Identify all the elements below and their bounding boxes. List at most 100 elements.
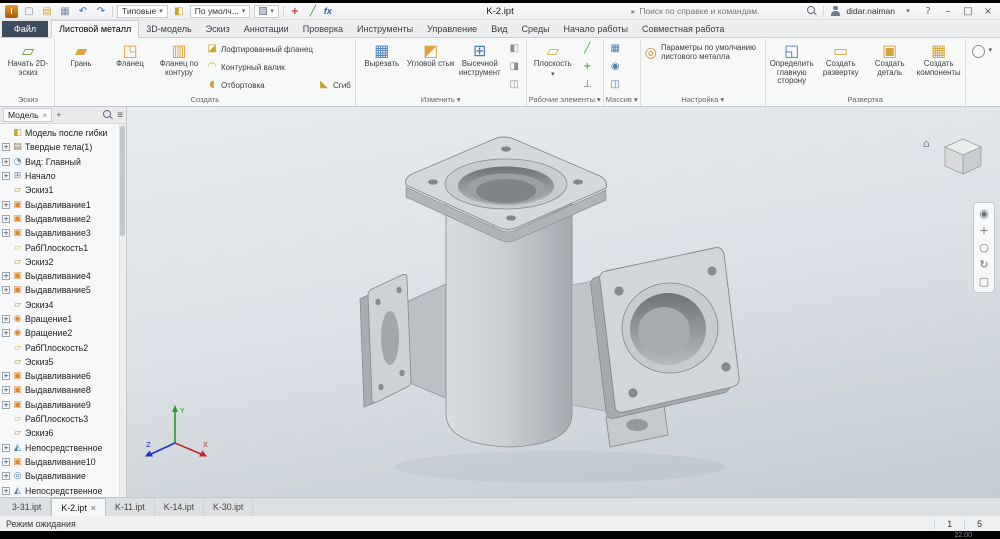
help-search[interactable] — [631, 5, 817, 18]
navigation-tool-button[interactable]: ◉ — [974, 205, 994, 222]
maximize-button[interactable] — [961, 4, 975, 19]
home-view-icon[interactable]: ⌂ — [923, 137, 930, 150]
panel-label-pattern[interactable]: Массив ▾ — [606, 94, 638, 106]
ribbon-button[interactable]: ▰ Грань — [57, 40, 105, 94]
ribbon-tab[interactable]: Листовой металл — [51, 20, 139, 38]
close-tab-icon[interactable]: × — [91, 503, 96, 513]
expand-icon[interactable] — [2, 258, 10, 266]
tree-item[interactable]: + ▣ Выдавливание6 — [2, 369, 118, 383]
panel-label-work-features[interactable]: Рабочие элементы ▾ — [529, 94, 601, 106]
ribbon-tab[interactable]: Среды — [515, 21, 557, 37]
navigation-tool-button[interactable]: ▢ — [974, 273, 994, 290]
expand-icon[interactable] — [2, 429, 10, 437]
plane-button[interactable]: ▱ Плоскость — [529, 40, 577, 94]
add-browser-tab-icon[interactable] — [56, 110, 61, 120]
expand-icon[interactable]: + — [2, 444, 10, 452]
expand-icon[interactable]: + — [2, 401, 10, 409]
ribbon-button[interactable]: ▭ Создать развертку — [817, 40, 865, 94]
ribbon-tab[interactable]: 3D-модель — [139, 21, 198, 37]
expand-icon[interactable]: + — [2, 472, 10, 480]
ribbon-small-button[interactable]: ◠ Контурный валик — [206, 60, 313, 74]
user-avatar-icon[interactable] — [830, 6, 840, 17]
pattern-icon-button[interactable]: ▦ — [608, 42, 623, 56]
tree-item[interactable]: + ◉ Вращение1 — [2, 312, 118, 326]
tree-item[interactable]: + ◎ Выдавливание — [2, 469, 118, 483]
tree-item[interactable]: + ▣ Выдавливание3 — [2, 226, 118, 240]
new-file-icon[interactable] — [22, 4, 36, 19]
document-tab[interactable]: K-30.ipt — [204, 498, 253, 516]
document-tab[interactable]: 3-31.ipt — [3, 498, 51, 516]
open-file-icon[interactable] — [40, 4, 54, 19]
expand-icon[interactable]: + — [2, 229, 10, 237]
ribbon-tab[interactable]: Аннотации — [237, 21, 296, 37]
ribbon-button[interactable]: ▦ Создать компоненты — [915, 40, 963, 94]
ribbon-button[interactable]: ◳ Фланец — [106, 40, 154, 94]
navigation-tool-button[interactable]: + — [974, 222, 994, 239]
tree-item[interactable]: ◧ Модель после гибки — [2, 126, 118, 140]
work-feature-icon-button[interactable]: + — [580, 60, 595, 74]
panel-label-create[interactable]: Создать — [57, 94, 353, 106]
ribbon-tab[interactable]: Эскиз — [199, 21, 237, 37]
document-tab[interactable]: K-14.ipt — [155, 498, 204, 516]
tree-item[interactable]: + ▣ Выдавливание1 — [2, 197, 118, 211]
panel-label-sketch[interactable]: Эскиз — [4, 94, 52, 106]
parameters-fx-icon[interactable]: fx — [324, 6, 332, 16]
expand-icon[interactable]: + — [2, 386, 10, 394]
help-icon[interactable] — [921, 4, 935, 19]
tree-item[interactable]: + ▣ Выдавливание5 — [2, 283, 118, 297]
ribbon-tab[interactable]: Вид — [484, 21, 514, 37]
ribbon-tab[interactable]: Инструменты — [350, 21, 420, 37]
tree-item[interactable]: + ▣ Выдавливание10 — [2, 455, 118, 469]
scrollbar-thumb[interactable] — [120, 126, 125, 236]
tree-item[interactable]: + ◔ Вид: Главный — [2, 155, 118, 169]
ribbon-button[interactable]: ◩ Угловой стык — [407, 40, 455, 94]
tree-item[interactable]: + ◉ Вращение2 — [2, 326, 118, 340]
minimize-button[interactable] — [941, 4, 955, 19]
navigation-tool-button[interactable]: ↻ — [974, 256, 994, 273]
expand-icon[interactable]: + — [2, 458, 10, 466]
material-dropdown[interactable]: По умолч... — [190, 5, 251, 18]
modify-tool-icon-button[interactable]: ◨ — [507, 60, 522, 74]
ribbon-tab[interactable]: Проверка — [296, 21, 350, 37]
search-icon[interactable] — [807, 6, 817, 16]
document-tab[interactable]: K-2.ipt × — [51, 498, 106, 516]
browser-scrollbar[interactable] — [119, 124, 126, 497]
expand-icon[interactable] — [2, 186, 10, 194]
search-expand-icon[interactable] — [631, 6, 635, 16]
expand-icon[interactable] — [2, 415, 10, 423]
part-model[interactable] — [310, 115, 750, 497]
ribbon-tab[interactable]: Начало работы — [557, 21, 635, 37]
pattern-icon-button[interactable]: ◫ — [608, 78, 623, 92]
ribbon-button[interactable]: ▣ Создать деталь — [866, 40, 914, 94]
ribbon-small-button[interactable]: ◪ Лофтированный фланец — [206, 42, 313, 56]
expand-icon[interactable]: + — [2, 143, 10, 151]
ribbon-button[interactable]: ▦ Вырезать — [358, 40, 406, 94]
tree-item[interactable]: ▱ Эскиз1 — [2, 183, 118, 197]
expand-icon[interactable]: + — [2, 329, 10, 337]
preset-dropdown[interactable]: Типовые — [117, 5, 168, 18]
user-menu-chevron-icon[interactable] — [901, 3, 915, 19]
tree-item[interactable]: + ◭ Непосредственное — [2, 441, 118, 455]
expand-icon[interactable]: + — [2, 215, 10, 223]
tree-item[interactable]: + ▣ Выдавливание4 — [2, 269, 118, 283]
tree-item[interactable]: ▱ Эскиз5 — [2, 355, 118, 369]
work-feature-icon-button[interactable]: ╱ — [580, 42, 595, 56]
sheet-metal-icon[interactable] — [172, 4, 186, 19]
appearance-dropdown[interactable] — [254, 5, 279, 18]
view-cube[interactable] — [936, 133, 990, 181]
ribbon-small-button[interactable]: ◖ Отбортовка — [206, 78, 313, 92]
expand-icon[interactable]: + — [2, 201, 10, 209]
search-input[interactable] — [639, 6, 803, 16]
expand-icon[interactable] — [2, 244, 10, 252]
ribbon-options[interactable] — [966, 39, 998, 106]
start-2d-sketch-button[interactable]: ▱ Начать 2D-эскиз — [4, 40, 52, 94]
viewport[interactable]: ⌂ ◉+○↻▢ Y X Z — [127, 107, 1000, 497]
ribbon-button[interactable]: ⊞ Высечной инструмент — [456, 40, 504, 94]
expand-icon[interactable] — [2, 344, 10, 352]
expand-icon[interactable] — [2, 129, 10, 137]
tree-item[interactable]: ▱ Эскиз2 — [2, 255, 118, 269]
tree-item[interactable]: + ⊞ Начало — [2, 169, 118, 183]
work-feature-icon-button[interactable]: ⊥ — [580, 78, 595, 92]
panel-label-flat-pattern[interactable]: Развертка — [768, 94, 963, 106]
expand-icon[interactable] — [2, 301, 10, 309]
